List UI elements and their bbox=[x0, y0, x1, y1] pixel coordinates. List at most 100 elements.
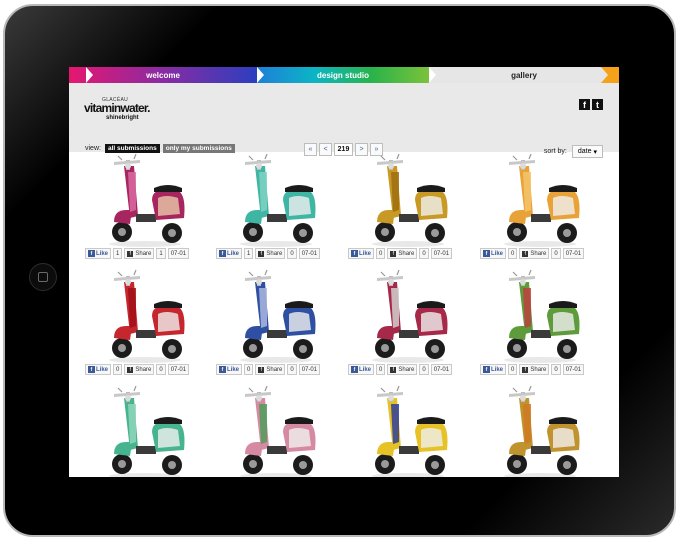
gallery-item[interactable]: f Like 1 f Share 1 07-01 bbox=[85, 152, 205, 268]
item-social-bar: f Like 1 f Share 1 07-01 bbox=[85, 248, 190, 259]
scooter-image[interactable] bbox=[100, 384, 190, 477]
share-button[interactable]: f Share bbox=[124, 248, 155, 259]
tab-design-studio[interactable]: design studio bbox=[257, 67, 429, 83]
like-button[interactable]: f Like bbox=[480, 248, 507, 259]
share-button[interactable]: f Share bbox=[387, 248, 418, 259]
gallery-item[interactable] bbox=[480, 384, 600, 477]
scooter-mirrors bbox=[380, 153, 400, 161]
share-label: Share bbox=[266, 250, 283, 257]
gallery-item[interactable]: f Like 0 f Share 0 07-01 bbox=[216, 268, 336, 384]
like-count: 0 bbox=[508, 364, 518, 375]
share-button[interactable]: f Share bbox=[387, 364, 418, 375]
tab-gallery[interactable]: gallery bbox=[429, 67, 619, 83]
scooter-headlight bbox=[520, 163, 526, 169]
scooter-side-panel bbox=[553, 428, 575, 448]
facebook-icon: f bbox=[88, 250, 95, 257]
twitter-icon[interactable]: t bbox=[592, 99, 603, 110]
gallery-item[interactable]: f Like 1 f Share 0 07-01 bbox=[216, 152, 336, 268]
scooter-image[interactable] bbox=[495, 268, 585, 364]
facebook-icon[interactable]: f bbox=[579, 99, 590, 110]
header-bar: GLACÉAU vitaminwater. shinebright f t vi… bbox=[69, 83, 619, 158]
scooter-front-hub bbox=[249, 228, 257, 236]
scooter-front-fender bbox=[377, 326, 395, 340]
like-button[interactable]: f Like bbox=[216, 364, 243, 375]
share-icon: f bbox=[522, 250, 529, 257]
like-count: 1 bbox=[113, 248, 123, 259]
scooter-front-hub bbox=[513, 460, 521, 468]
share-label: Share bbox=[135, 366, 152, 373]
scooter-image[interactable] bbox=[231, 268, 321, 364]
share-button[interactable]: f Share bbox=[519, 248, 550, 259]
item-social-bar: f Like 0 f Share 0 07-01 bbox=[85, 364, 190, 375]
scooter-rear-hub bbox=[299, 345, 307, 353]
share-button[interactable]: f Share bbox=[255, 248, 286, 259]
scooter-seat bbox=[549, 185, 577, 192]
scooter-floorboard bbox=[531, 446, 551, 454]
scooter-image[interactable] bbox=[495, 384, 585, 477]
scooter-image[interactable] bbox=[363, 152, 453, 248]
like-label: Like bbox=[359, 250, 372, 257]
like-count: 0 bbox=[508, 248, 518, 259]
scooter-mirrors bbox=[117, 385, 137, 393]
scooter-front-hub bbox=[118, 228, 126, 236]
scooter-side-panel bbox=[553, 312, 575, 332]
like-count: 0 bbox=[376, 364, 386, 375]
tab-welcome-label: welcome bbox=[146, 70, 180, 80]
tab-welcome[interactable]: welcome bbox=[69, 67, 257, 83]
share-icon: f bbox=[390, 250, 397, 257]
like-button[interactable]: f Like bbox=[85, 248, 112, 259]
gallery-item[interactable]: f Like 0 f Share 0 07-01 bbox=[480, 152, 600, 268]
like-button[interactable]: f Like bbox=[348, 364, 375, 375]
gallery-item[interactable]: f Like 0 f Share 0 07-01 bbox=[348, 152, 468, 268]
scooter-front-fender bbox=[377, 442, 395, 456]
scooter-side-panel bbox=[421, 428, 443, 448]
scooter-front-fender bbox=[509, 442, 527, 456]
item-social-bar: f Like 0 f Share 0 07-01 bbox=[480, 248, 585, 259]
scooter-front-hub bbox=[249, 460, 257, 468]
scooter-front-fender bbox=[114, 326, 132, 340]
scooter-headlight bbox=[256, 395, 262, 401]
scooter-side-panel bbox=[158, 312, 180, 332]
scooter-mirrors bbox=[117, 153, 137, 161]
share-count: 0 bbox=[287, 364, 297, 375]
gallery-item[interactable]: f Like 0 f Share 0 07-01 bbox=[348, 268, 468, 384]
share-button[interactable]: f Share bbox=[124, 364, 155, 375]
like-button[interactable]: f Like bbox=[480, 364, 507, 375]
scooter-side-panel bbox=[421, 312, 443, 332]
scooter-side-panel bbox=[289, 196, 311, 216]
scooter-image[interactable] bbox=[495, 152, 585, 248]
gallery-item[interactable] bbox=[216, 384, 336, 477]
home-button[interactable] bbox=[29, 263, 57, 291]
share-icon: f bbox=[127, 250, 134, 257]
scooter-image[interactable] bbox=[100, 268, 190, 364]
brand-logo[interactable]: GLACÉAU vitaminwater. shinebright bbox=[84, 97, 150, 123]
scooter-mirrors bbox=[512, 385, 532, 393]
gallery-item[interactable]: f Like 0 f Share 0 07-01 bbox=[85, 268, 205, 384]
gallery-item[interactable]: f Like 0 f Share 0 07-01 bbox=[480, 268, 600, 384]
share-button[interactable]: f Share bbox=[255, 364, 286, 375]
share-count: 0 bbox=[551, 248, 561, 259]
like-button[interactable]: f Like bbox=[216, 248, 243, 259]
scooter-image[interactable] bbox=[363, 268, 453, 364]
gallery-item[interactable] bbox=[85, 384, 205, 477]
like-button[interactable]: f Like bbox=[85, 364, 112, 375]
scooter-image[interactable] bbox=[363, 384, 453, 477]
share-label: Share bbox=[530, 250, 547, 257]
scooter-floorboard bbox=[399, 330, 419, 338]
scooter-image[interactable] bbox=[231, 152, 321, 248]
facebook-icon: f bbox=[351, 366, 358, 373]
share-label: Share bbox=[135, 250, 152, 257]
share-button[interactable]: f Share bbox=[519, 364, 550, 375]
scooter-side-panel bbox=[158, 196, 180, 216]
scooter-side-panel bbox=[289, 428, 311, 448]
submission-date: 07-01 bbox=[298, 364, 321, 375]
item-social-bar: f Like 0 f Share 0 07-01 bbox=[480, 364, 585, 375]
submission-date: 07-01 bbox=[298, 248, 321, 259]
gallery-item[interactable] bbox=[348, 384, 468, 477]
scooter-image[interactable] bbox=[100, 152, 190, 248]
scooter-image[interactable] bbox=[231, 384, 321, 477]
scooter-mirrors bbox=[512, 153, 532, 161]
scooter-headlight bbox=[388, 279, 394, 285]
like-button[interactable]: f Like bbox=[348, 248, 375, 259]
scooter-floorboard bbox=[136, 214, 156, 222]
